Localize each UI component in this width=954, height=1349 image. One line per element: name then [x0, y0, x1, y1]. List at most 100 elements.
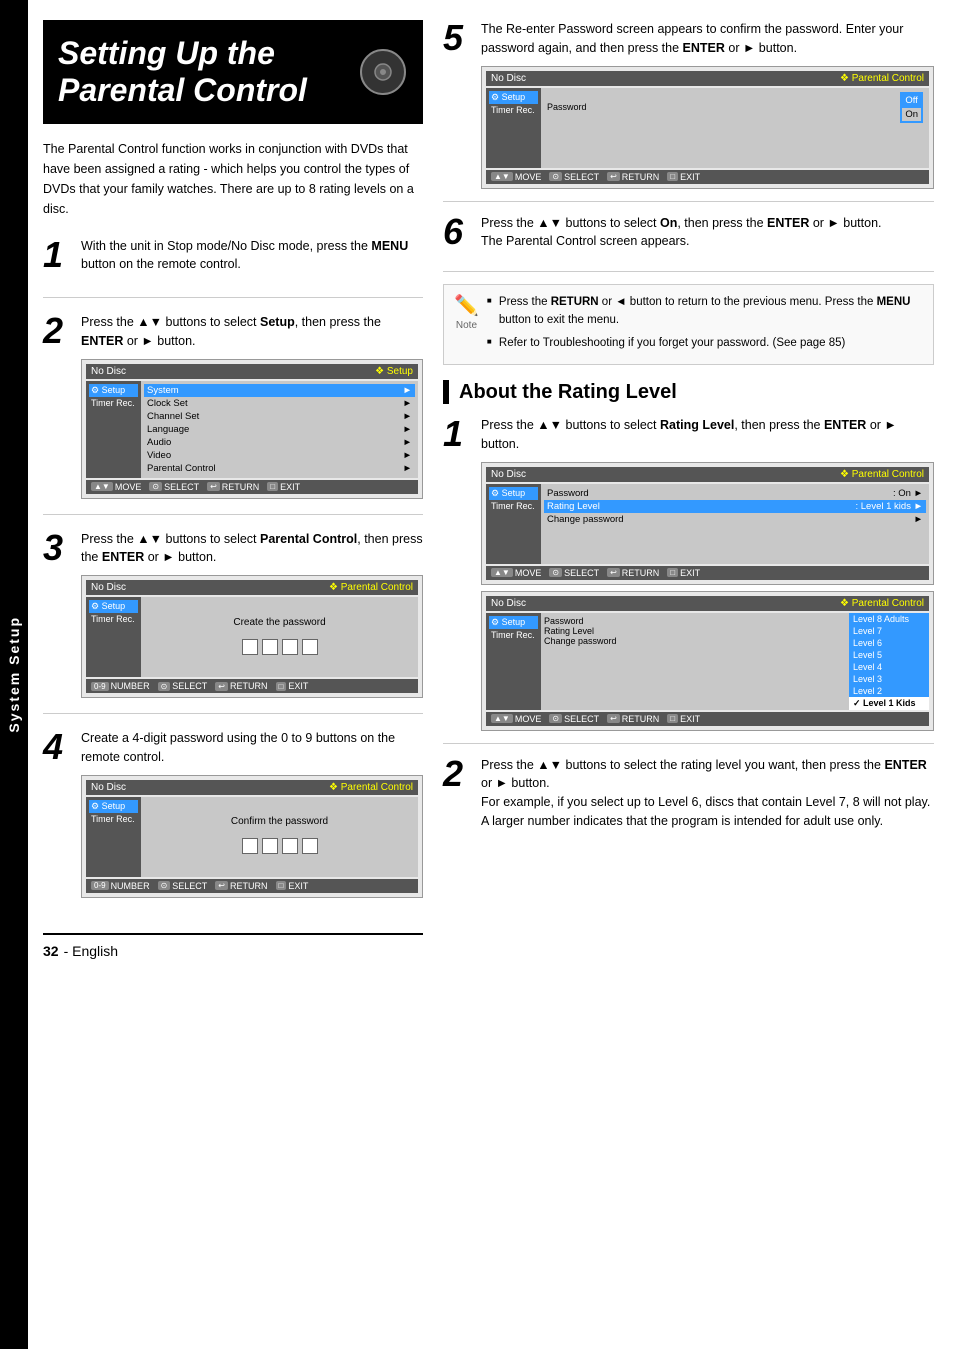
tv-header-step3: No Disc ❖ Parental Control: [86, 580, 418, 595]
sidebar-setup-4: ⚙ Setup: [89, 800, 138, 813]
tv-sidebar-step5: ⚙ Setup Timer Rec.: [486, 88, 541, 168]
footer-select-r1b: ⊙ SELECT: [549, 714, 599, 724]
menu-label-rating: Rating Level: [544, 626, 846, 636]
step-1-number: 1: [43, 237, 71, 283]
description-text: The Parental Control function works in c…: [43, 139, 423, 219]
footer-return-r1b: ↩ RETURN: [607, 714, 659, 724]
dropdown-level5: Level 5: [849, 649, 929, 661]
pw-box-3: [282, 639, 298, 655]
step-3-content: Press the ▲▼ buttons to select Parental …: [81, 530, 423, 699]
rating-step-1: 1 Press the ▲▼ buttons to select Rating …: [443, 416, 934, 744]
footer-move-r1b: ▲▼ MOVE: [491, 714, 541, 724]
sidebar-setup-r1a: ⚙ Setup: [489, 487, 538, 500]
tv-header-right: ❖ Setup: [375, 366, 413, 377]
tv-screen-step5: No Disc ❖ Parental Control ⚙ Setup Timer…: [481, 66, 934, 189]
pw-box-5: [242, 838, 258, 854]
step-6-content: Press the ▲▼ buttons to select On, then …: [481, 214, 934, 260]
menu-parental: Parental Control►: [144, 462, 415, 475]
footer-select: ⊙ SELECT: [149, 482, 199, 492]
step-6-text: Press the ▲▼ buttons to select On, then …: [481, 214, 934, 252]
footer-select-3: ⊙ SELECT: [158, 681, 208, 691]
note-box: ✏️ Note Press the RETURN or ◄ button to …: [443, 284, 934, 365]
tv-footer-step5: ▲▼ MOVE ⊙ SELECT ↩ RETURN □ EXIT: [486, 170, 929, 184]
menu-audio: Audio►: [144, 436, 415, 449]
step-2: 2 Press the ▲▼ buttons to select Setup, …: [43, 313, 423, 515]
tv-screen-step4: No Disc ❖ Parental Control ⚙ Setup Timer…: [81, 775, 423, 898]
step-1: 1 With the unit in Stop mode/No Disc mod…: [43, 237, 423, 299]
step-2-content: Press the ▲▼ buttons to select Setup, th…: [81, 313, 423, 499]
step-4-content: Create a 4-digit password using the 0 to…: [81, 729, 423, 898]
tv-header-rating-1b: No Disc ❖ Parental Control: [486, 596, 929, 611]
password-boxes-3: [242, 639, 318, 655]
option-on: On: [902, 108, 921, 121]
dropdown-level3: Level 3: [849, 673, 929, 685]
sidebar-timer: Timer Rec.: [89, 397, 138, 409]
menu-rating-r1a: Rating Level: Level 1 kids ►: [544, 500, 926, 513]
create-password-label: Create the password: [233, 617, 325, 628]
step-3-number: 3: [43, 530, 71, 699]
side-tab-label: System Setup: [6, 616, 22, 733]
step-5-text: The Re-enter Password screen appears to …: [481, 20, 934, 58]
tv-row-password-5: Password Off On: [544, 91, 926, 124]
tv-header-right-3: ❖ Parental Control: [329, 582, 413, 593]
step-4: 4 Create a 4-digit password using the 0 …: [43, 729, 423, 913]
footer-move: ▲▼ MOVE: [91, 482, 141, 492]
rating-step-2-text: Press the ▲▼ buttons to select the ratin…: [481, 756, 934, 831]
sidebar-setup-5: ⚙ Setup: [489, 91, 538, 104]
pw-box-7: [282, 838, 298, 854]
menu-changepw-r1a: Change password►: [544, 513, 926, 526]
menu-label-changepw: Change password: [544, 636, 846, 646]
menu-channelset: Channel Set►: [144, 410, 415, 423]
step-3: 3 Press the ▲▼ buttons to select Parenta…: [43, 530, 423, 715]
tv-body-rating-1b: ⚙ Setup Timer Rec. Password Rating Level…: [486, 613, 929, 710]
rating-step-1-content: Press the ▲▼ buttons to select Rating Le…: [481, 416, 934, 731]
dvd-icon: [358, 47, 408, 97]
tv-body-step5: ⚙ Setup Timer Rec. Password Off On: [486, 88, 929, 168]
tv-body-rating-1a: ⚙ Setup Timer Rec. Password: On ► Rating…: [486, 484, 929, 564]
dropdown-level4: Level 4: [849, 661, 929, 673]
tv-header-left-r1b: No Disc: [491, 598, 526, 609]
right-step-6: 6 Press the ▲▼ buttons to select On, the…: [443, 214, 934, 273]
menu-system: System►: [144, 384, 415, 397]
step-4-number: 4: [43, 729, 71, 898]
tv-header-left-r1a: No Disc: [491, 469, 526, 480]
tv-footer-r1b: ▲▼ MOVE ⊙ SELECT ↩ RETURN □ EXIT: [486, 712, 929, 726]
footer-number-3: 0-9 NUMBER: [91, 681, 150, 691]
step-3-text: Press the ▲▼ buttons to select Parental …: [81, 530, 423, 568]
two-col-layout: Setting Up the Parental Control The Pare…: [43, 20, 934, 959]
note-item-2: Refer to Troubleshooting if you forget y…: [487, 334, 923, 352]
step-4-text: Create a 4-digit password using the 0 to…: [81, 729, 423, 767]
tv-main-step5: Password Off On: [541, 88, 929, 168]
side-tab: System Setup: [0, 0, 28, 1349]
footer-return-4: ↩ RETURN: [215, 881, 267, 891]
menu-video: Video►: [144, 449, 415, 462]
footer-exit-5: □ EXIT: [667, 172, 700, 182]
tv-sidebar-step2: ⚙ Setup Timer Rec.: [86, 381, 141, 478]
menu-label-password: Password: [544, 616, 846, 626]
tv-main-step3: Create the password: [141, 597, 418, 677]
step-6-number: 6: [443, 214, 471, 260]
tv-screen-step2: No Disc ❖ Setup ⚙ Setup Timer Rec. Syste…: [81, 359, 423, 499]
right-column: 5 The Re-enter Password screen appears t…: [443, 20, 934, 959]
tv-body-step4: ⚙ Setup Timer Rec. Confirm the password: [86, 797, 418, 877]
tv-footer-r1a: ▲▼ MOVE ⊙ SELECT ↩ RETURN □ EXIT: [486, 566, 929, 580]
step-5-content: The Re-enter Password screen appears to …: [481, 20, 934, 189]
menu-clockset: Clock Set►: [144, 397, 415, 410]
sidebar-timer-r1b: Timer Rec.: [489, 629, 538, 641]
sidebar-setup-3: ⚙ Setup: [89, 600, 138, 613]
page-footer: 32 - English: [43, 933, 423, 959]
footer-exit: □ EXIT: [267, 482, 300, 492]
sidebar-setup: ⚙ Setup: [89, 384, 138, 397]
tv-body-step3: ⚙ Setup Timer Rec. Create the password: [86, 597, 418, 677]
tv-header-right-4: ❖ Parental Control: [329, 782, 413, 793]
footer-exit-r1a: □ EXIT: [667, 568, 700, 578]
rating-step-2-number: 2: [443, 756, 471, 839]
footer-exit-r1b: □ EXIT: [667, 714, 700, 724]
dropdown-level2: Level 2: [849, 685, 929, 697]
tv-main-step4: Confirm the password: [141, 797, 418, 877]
rating-step-2: 2 Press the ▲▼ buttons to select the rat…: [443, 756, 934, 851]
page-container: System Setup Setting Up the Parental Con…: [0, 0, 954, 1349]
step-2-number: 2: [43, 313, 71, 499]
tv-main-step2: System► Clock Set► Channel Set► Language…: [141, 381, 418, 478]
tv-main-r1b: Password Rating Level Change password Le…: [541, 613, 929, 710]
